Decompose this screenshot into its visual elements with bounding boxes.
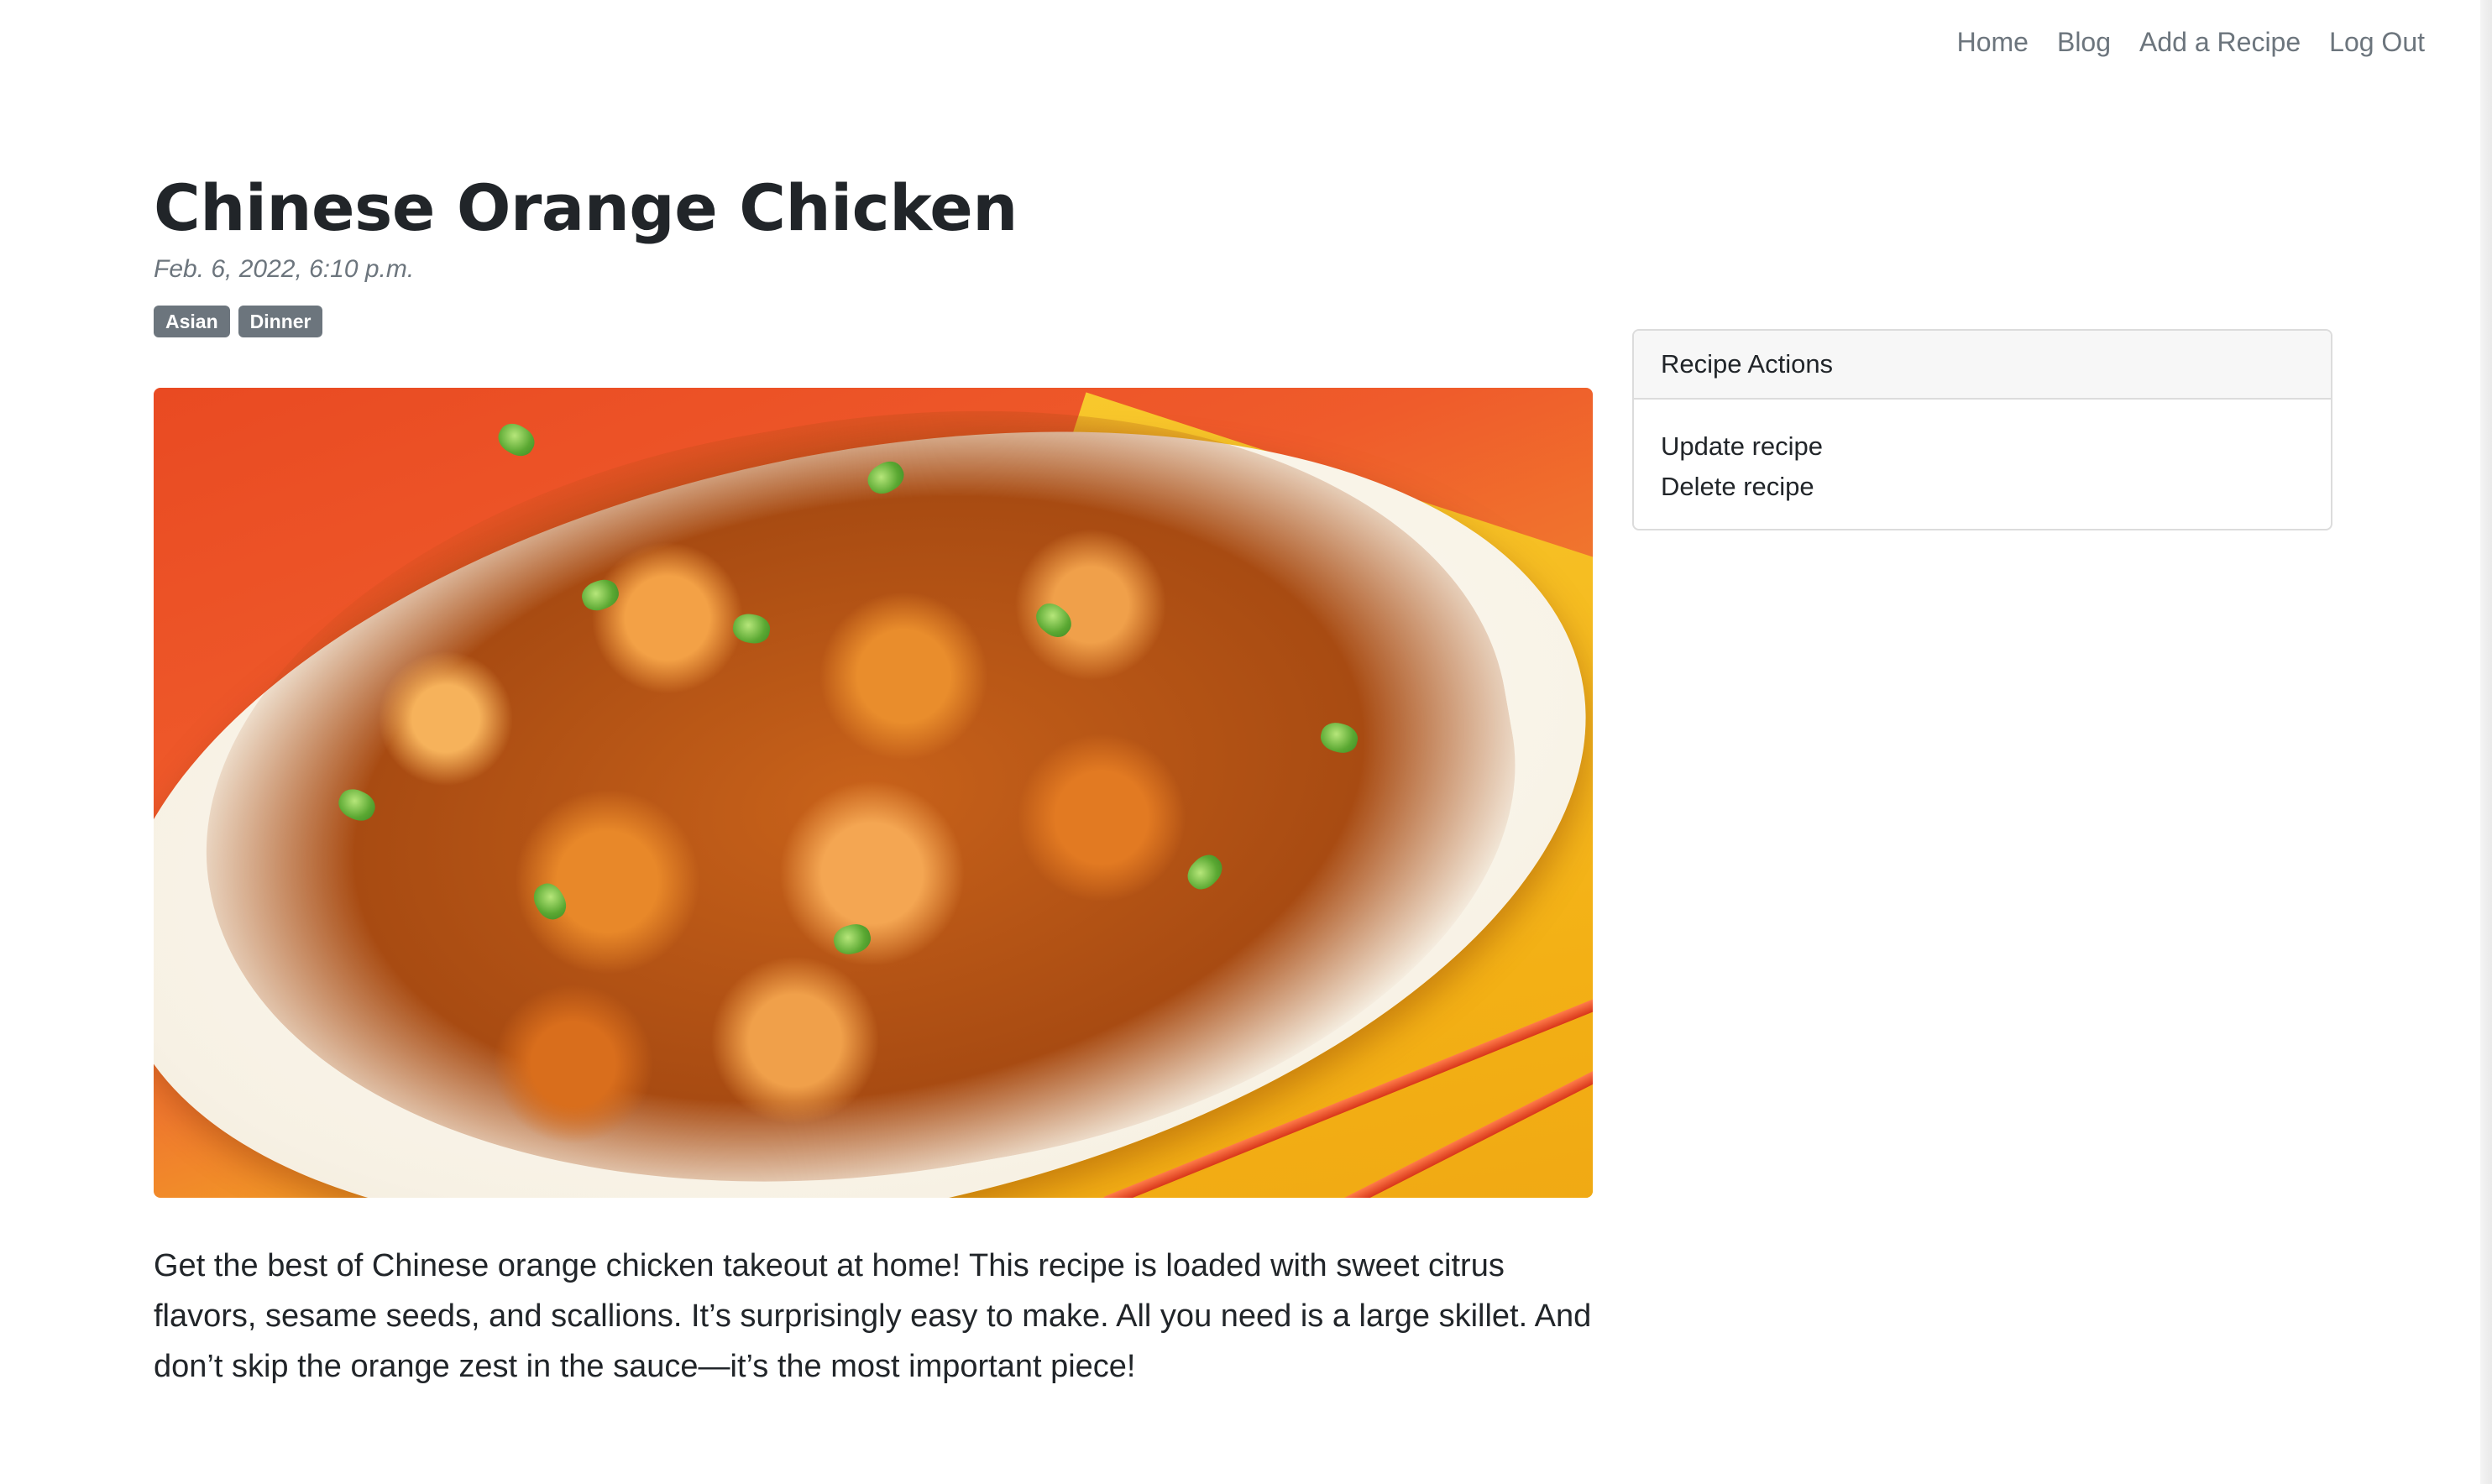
delete-recipe-link[interactable]: Delete recipe (1661, 467, 2304, 507)
tag-list: Asian Dinner (154, 306, 1593, 337)
page: Home Blog Add a Recipe Log Out Chinese O… (0, 0, 2492, 1484)
nav-link-log-out[interactable]: Log Out (2329, 27, 2425, 58)
recipe-header: Chinese Orange Chicken Feb. 6, 2022, 6:1… (154, 168, 1593, 337)
tag-badge-dinner: Dinner (238, 306, 323, 337)
card-header: Recipe Actions (1634, 331, 2331, 400)
image-scallion (493, 418, 540, 462)
update-recipe-link[interactable]: Update recipe (1661, 426, 2304, 467)
nav-link-add-recipe[interactable]: Add a Recipe (2139, 27, 2301, 58)
card-body: Update recipe Delete recipe (1634, 400, 2331, 529)
top-nav: Home Blog Add a Recipe Log Out (1929, 0, 2492, 84)
tag-badge-asian: Asian (154, 306, 230, 337)
page-scrollbar[interactable] (2480, 0, 2492, 1484)
recipe-actions-card: Recipe Actions Update recipe Delete reci… (1632, 329, 2332, 530)
page-title: Chinese Orange Chicken (154, 170, 1018, 245)
nav-link-home[interactable]: Home (1957, 27, 2029, 58)
recipe-description: Get the best of Chinese orange chicken t… (154, 1248, 1592, 1384)
recipe-image (154, 388, 1593, 1198)
recipe-date: Feb. 6, 2022, 6:10 p.m. (154, 255, 415, 283)
nav-link-blog[interactable]: Blog (2057, 27, 2111, 58)
